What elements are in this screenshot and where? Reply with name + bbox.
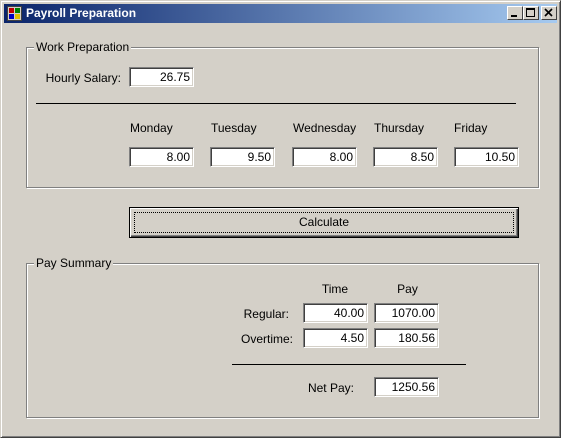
close-icon xyxy=(544,8,553,17)
maximize-icon xyxy=(526,8,535,17)
wednesday-label: Wednesday xyxy=(293,121,357,135)
net-pay-label: Net Pay: xyxy=(307,381,354,395)
pay-header: Pay xyxy=(397,282,418,296)
overtime-time-field[interactable]: 4.50 xyxy=(303,328,368,348)
regular-label: Regular: xyxy=(243,307,289,321)
regular-time-field[interactable]: 40.00 xyxy=(303,303,368,323)
overtime-label: Overtime: xyxy=(240,332,293,346)
hourly-salary-input[interactable]: 26.75 xyxy=(129,67,194,87)
monday-input[interactable]: 8.00 xyxy=(129,147,194,167)
payroll-window: Payroll Preparation Work Preparation Hou… xyxy=(0,0,561,438)
thursday-input[interactable]: 8.50 xyxy=(373,147,438,167)
tuesday-label: Tuesday xyxy=(211,121,257,135)
thursday-label: Thursday xyxy=(374,121,425,135)
minimize-icon xyxy=(511,15,517,17)
minimize-button[interactable] xyxy=(507,6,523,20)
title-bar[interactable]: Payroll Preparation xyxy=(4,4,557,23)
net-pay-field[interactable]: 1250.56 xyxy=(374,377,439,397)
time-header: Time xyxy=(321,282,349,296)
overtime-pay-field[interactable]: 180.56 xyxy=(374,328,439,348)
app-icon[interactable] xyxy=(7,6,22,21)
pay-separator xyxy=(232,364,466,365)
close-button[interactable] xyxy=(541,6,557,20)
regular-pay-field[interactable]: 1070.00 xyxy=(374,303,439,323)
friday-input[interactable]: 10.50 xyxy=(454,147,519,167)
tuesday-input[interactable]: 9.50 xyxy=(210,147,275,167)
pay-summary-title: Pay Summary xyxy=(34,256,114,270)
calculate-button[interactable]: Calculate xyxy=(129,207,519,238)
calculate-button-label: Calculate xyxy=(298,215,350,229)
work-separator xyxy=(36,103,516,104)
wednesday-input[interactable]: 8.00 xyxy=(292,147,357,167)
monday-label: Monday xyxy=(130,121,173,135)
maximize-button[interactable] xyxy=(523,6,539,20)
work-preparation-title: Work Preparation xyxy=(34,40,132,54)
hourly-salary-label: Hourly Salary: xyxy=(45,71,121,85)
friday-label: Friday xyxy=(454,121,488,135)
window-title: Payroll Preparation xyxy=(26,6,137,20)
